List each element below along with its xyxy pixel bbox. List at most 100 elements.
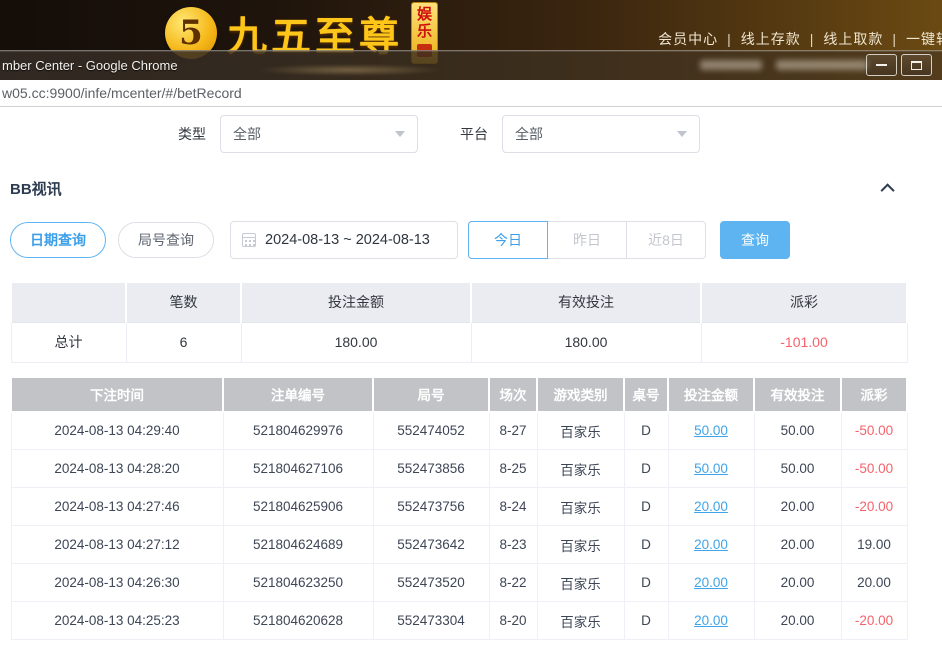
top-nav: 会员中心 | 线上存款 | 线上取款 | 一键转 [658, 29, 942, 49]
type-filter-label: 类型 [178, 124, 206, 144]
nav-online-withdraw[interactable]: 线上取款 [823, 31, 883, 47]
header-order-number: 注单编号 [223, 377, 373, 412]
type-select-value: 全部 [233, 124, 261, 144]
cell-time: 2024-08-13 04:27:46 [11, 488, 223, 526]
page-content: 类型 全部 平台 全部 BB视讯 日期查询 局号查询 2024-08-13 ~ … [0, 107, 942, 640]
cell-valid: 20.00 [754, 526, 841, 564]
section-header: BB视讯 [0, 178, 942, 199]
cell-order: 521804625906 [223, 488, 373, 526]
cell-valid: 20.00 [754, 488, 841, 526]
nav-separator: | [810, 31, 815, 47]
maximize-button[interactable] [901, 54, 932, 76]
header-valid-bet: 有效投注 [754, 377, 841, 412]
cell-payout: 20.00 [841, 564, 907, 602]
nav-separator: | [892, 31, 897, 47]
nav-separator: | [727, 31, 732, 47]
cell-table_no: D [624, 450, 668, 488]
search-button[interactable]: 查询 [720, 221, 790, 259]
cell-session: 8-27 [489, 412, 537, 450]
summary-total-bet: 180.00 [241, 322, 471, 362]
cell-order: 521804627106 [223, 450, 373, 488]
bet-amount-link[interactable]: 50.00 [694, 423, 728, 438]
table-row: 2024-08-13 04:26:30521804623250552473520… [11, 564, 907, 602]
bet-table-header-row: 下注时间 注单编号 局号 场次 游戏类别 桌号 投注金额 有效投注 派彩 [11, 377, 907, 412]
collapse-chevron-icon[interactable] [881, 183, 895, 197]
cell-round: 552473520 [373, 564, 489, 602]
cell-table_no: D [624, 564, 668, 602]
cell-order: 521804629976 [223, 412, 373, 450]
table-row: 2024-08-13 04:27:46521804625906552473756… [11, 488, 907, 526]
bet-amount-link[interactable]: 50.00 [694, 461, 728, 476]
table-row: 2024-08-13 04:29:40521804629976552474052… [11, 412, 907, 450]
nav-one-key-transfer[interactable]: 一键转 [906, 31, 942, 47]
cell-round: 552473856 [373, 450, 489, 488]
cell-payout: -50.00 [841, 450, 907, 488]
summary-header-valid: 有效投注 [471, 282, 701, 322]
titlebar-decoration [255, 64, 445, 76]
calendar-icon [242, 233, 256, 247]
redacted-user-info [700, 60, 762, 70]
summary-header-payout: 派彩 [701, 282, 907, 322]
cell-round: 552473642 [373, 526, 489, 564]
cell-table_no: D [624, 526, 668, 564]
cell-round: 552473304 [373, 602, 489, 640]
cell-game: 百家乐 [537, 564, 624, 602]
header-bet-amount: 投注金额 [668, 377, 754, 412]
cell-bet: 50.00 [668, 450, 754, 488]
platform-select[interactable]: 全部 [502, 115, 700, 153]
redacted-balance-info [776, 60, 868, 70]
minimize-icon [876, 64, 887, 66]
badge-char: 娱 [417, 6, 432, 23]
cell-payout: -50.00 [841, 412, 907, 450]
summary-total-payout: -101.00 [701, 322, 907, 362]
bet-amount-link[interactable]: 20.00 [694, 613, 728, 628]
summary-header-row: 笔数 投注金额 有效投注 派彩 [11, 282, 907, 322]
cell-order: 521804620628 [223, 602, 373, 640]
nav-member-center[interactable]: 会员中心 [658, 31, 718, 47]
cell-time: 2024-08-13 04:27:12 [11, 526, 223, 564]
cell-table_no: D [624, 488, 668, 526]
summary-total-valid: 180.00 [471, 322, 701, 362]
last-8-days-button[interactable]: 近8日 [626, 221, 706, 259]
cell-order: 521804624689 [223, 526, 373, 564]
header-bet-time: 下注时间 [11, 377, 223, 412]
cell-round: 552473756 [373, 488, 489, 526]
screen: 5 九五至尊 娱 乐 会员中心|线上存款|线上取款|一键转 mber Cente… [0, 0, 942, 649]
section-title: BB视讯 [10, 178, 62, 199]
cell-session: 8-25 [489, 450, 537, 488]
cell-game: 百家乐 [537, 412, 624, 450]
cell-time: 2024-08-13 04:25:23 [11, 602, 223, 640]
bet-amount-link[interactable]: 20.00 [694, 537, 728, 552]
cell-valid: 20.00 [754, 602, 841, 640]
cell-table_no: D [624, 602, 668, 640]
type-select[interactable]: 全部 [220, 115, 418, 153]
bet-amount-link[interactable]: 20.00 [694, 499, 728, 514]
date-range-input[interactable]: 2024-08-13 ~ 2024-08-13 [230, 221, 458, 259]
date-query-tab[interactable]: 日期查询 [10, 222, 106, 258]
cell-session: 8-22 [489, 564, 537, 602]
header-game-type: 游戏类别 [537, 377, 624, 412]
query-toolbar: 日期查询 局号查询 2024-08-13 ~ 2024-08-13 今日 昨日 … [0, 221, 942, 259]
filter-row: 类型 全部 平台 全部 [0, 114, 942, 154]
badge-char: 乐 [417, 23, 432, 40]
summary-table: 笔数 投注金额 有效投注 派彩 总计 6 180.00 180.00 -101.… [10, 281, 908, 363]
round-query-tab[interactable]: 局号查询 [118, 222, 214, 258]
cell-game: 百家乐 [537, 526, 624, 564]
header-table-number: 桌号 [624, 377, 668, 412]
cell-payout: -20.00 [841, 602, 907, 640]
cell-session: 8-20 [489, 602, 537, 640]
url-text: w05.cc:9900/infe/mcenter/#/betRecord [2, 85, 242, 101]
nav-online-deposit[interactable]: 线上存款 [741, 31, 801, 47]
cell-bet: 20.00 [668, 564, 754, 602]
cell-bet: 20.00 [668, 488, 754, 526]
date-range-value: 2024-08-13 ~ 2024-08-13 [265, 232, 430, 248]
minimize-button[interactable] [866, 54, 897, 76]
summary-total-row: 总计 6 180.00 180.00 -101.00 [11, 322, 907, 362]
cell-bet: 20.00 [668, 602, 754, 640]
bet-amount-link[interactable]: 20.00 [694, 575, 728, 590]
platform-filter-label: 平台 [460, 124, 488, 144]
url-bar[interactable]: w05.cc:9900/infe/mcenter/#/betRecord [0, 80, 942, 107]
today-button[interactable]: 今日 [468, 221, 548, 259]
yesterday-button[interactable]: 昨日 [547, 221, 627, 259]
cell-session: 8-24 [489, 488, 537, 526]
